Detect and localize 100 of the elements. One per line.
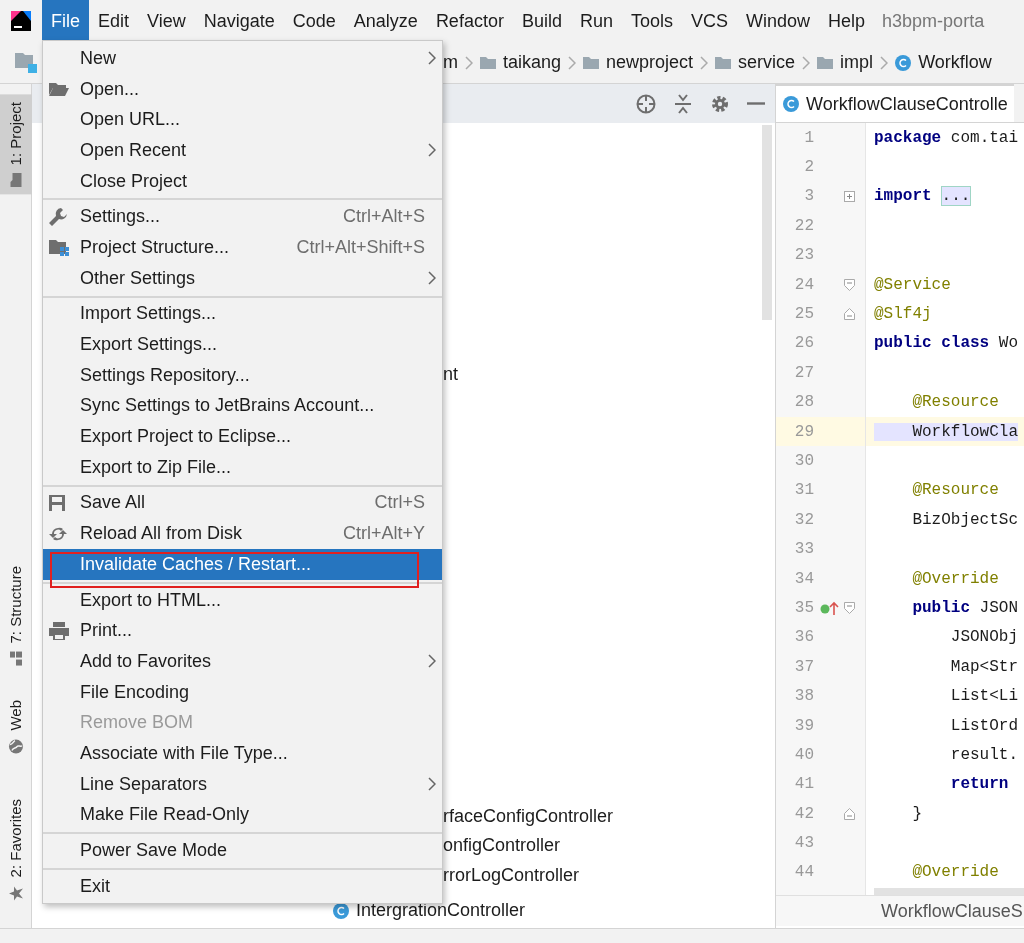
line-number: 32 (793, 509, 814, 531)
structure-icon (9, 650, 23, 667)
project-icon (14, 51, 38, 74)
breadcrumb-item[interactable]: m (443, 49, 458, 76)
code-line: import ... (874, 185, 972, 209)
menu-item[interactable]: Associate with File Type... (43, 738, 442, 769)
breadcrumb-item[interactable]: newproject (582, 49, 694, 76)
menu-item[interactable]: Open... (43, 73, 442, 105)
menu-item[interactable]: Print... (43, 615, 442, 647)
code-line: @Slf4j (874, 304, 932, 326)
line-number: 26 (793, 333, 814, 355)
tool-window-tab[interactable]: Web (0, 691, 32, 763)
scrollbar-thumb[interactable] (874, 888, 1024, 895)
class-icon (894, 53, 913, 72)
tool-window-tab[interactable]: 2: Favorites (0, 790, 32, 909)
menu-bar-item[interactable]: Refactor (426, 0, 513, 42)
line-number: 2 (803, 157, 814, 179)
breadcrumb-item[interactable]: taikang (479, 49, 562, 76)
breadcrumb-item[interactable]: service (714, 49, 796, 76)
menu-bar-item[interactable]: Build (512, 0, 571, 42)
editor-tab[interactable]: WorkflowClauseControlle (776, 84, 1014, 122)
menu-bar-item[interactable]: Tools (621, 0, 682, 42)
menu-item[interactable]: Add to Favorites (43, 646, 442, 677)
minimize-icon (747, 102, 765, 105)
tool-window-tab[interactable]: 7: Structure (0, 558, 32, 674)
code-line: @Override (911, 862, 999, 884)
folder-grid-icon (48, 238, 70, 257)
line-number: 37 (793, 656, 814, 678)
breadcrumb-item[interactable]: impl (816, 49, 874, 76)
folder-icon (48, 81, 70, 98)
menu-item[interactable]: Open Recent (43, 135, 442, 166)
menu-item[interactable]: Make File Read-Only (43, 799, 442, 831)
shortcut-text: Ctrl+Alt+Y (342, 522, 425, 546)
menu-item[interactable]: Settings... Ctrl+Alt+S (43, 201, 442, 233)
menu-item[interactable]: Export Project to Eclipse... (43, 421, 442, 452)
menu-item[interactable]: Invalidate Caches / Restart... (43, 549, 442, 580)
folder-icon (479, 55, 497, 70)
shortcut-text: Ctrl+S (374, 491, 425, 515)
line-number: 27 (793, 362, 814, 384)
menu-item[interactable]: Exit (43, 870, 442, 902)
editor-breadcrumb[interactable]: WorkflowClauseS (776, 895, 1024, 926)
menu-bar-item[interactable]: View (138, 0, 195, 42)
menu-item[interactable]: Export to HTML... (43, 584, 442, 616)
menu-bar-item[interactable]: Window (737, 0, 820, 42)
menu-item[interactable]: New (43, 43, 442, 74)
menu-item[interactable]: Reload All from Disk Ctrl+Alt+Y (43, 518, 442, 549)
menu-bar-item[interactable]: File (42, 0, 89, 42)
menu-item[interactable]: Close Project (43, 165, 442, 197)
menu-bar-item[interactable]: Navigate (194, 0, 284, 42)
line-number: 29 (793, 421, 814, 443)
code-line: return (949, 774, 1009, 796)
breadcrumb-item[interactable]: Workflow (894, 49, 992, 76)
code-line: @Resource (911, 392, 999, 414)
menu-item[interactable]: Sync Settings to JetBrains Account... (43, 390, 442, 422)
line-number: 34 (793, 568, 814, 590)
line-number: 25 (793, 304, 814, 326)
menu-item[interactable]: Line Separators (43, 768, 442, 800)
shortcut-text: Ctrl+Alt+Shift+S (296, 235, 425, 259)
menu-item[interactable]: Import Settings... (43, 298, 442, 330)
line-number: 31 (793, 480, 814, 502)
menu-item[interactable]: Project Structure... Ctrl+Alt+Shift+S (43, 232, 442, 263)
line-number: 24 (793, 274, 814, 296)
code-line: public class Wo (874, 333, 1019, 355)
menu-item[interactable]: Settings Repository... (43, 359, 442, 391)
window-title: h3bpm-porta (882, 9, 985, 33)
line-number: 23 (793, 245, 814, 267)
menu-bar-item[interactable]: Run (570, 0, 622, 42)
line-number: 40 (793, 744, 814, 766)
menu-item[interactable]: Export to Zip File... (43, 451, 442, 483)
line-number: 39 (793, 715, 814, 737)
menu-bar-item[interactable]: Code (283, 0, 345, 42)
menu-item[interactable]: Save All Ctrl+S (43, 487, 442, 519)
menu-item[interactable]: Open URL... (43, 104, 442, 136)
tool-window-tab[interactable]: 1: Project (0, 94, 32, 195)
menu-item[interactable]: Power Save Mode (43, 835, 442, 866)
line-number: 28 (793, 392, 814, 414)
code-line: List<Li (949, 686, 1019, 708)
collapse-icon (673, 92, 693, 115)
line-number: 3 (803, 186, 814, 208)
code-line: result. (949, 744, 1019, 766)
folder-icon (816, 55, 835, 70)
shortcut-text: Ctrl+Alt+S (342, 205, 425, 229)
menu-bar-item[interactable]: Edit (89, 0, 139, 42)
menu-bar-item[interactable]: Analyze (344, 0, 427, 42)
printer-icon (48, 620, 70, 641)
line-number: 42 (793, 803, 814, 825)
class-icon (782, 95, 800, 113)
chevron-right-icon (567, 55, 577, 70)
menu-item[interactable]: File Encoding (43, 676, 442, 708)
menu-bar-item[interactable]: VCS (682, 0, 737, 42)
menu-bar-item[interactable]: Help (819, 0, 875, 42)
line-number: 33 (793, 539, 814, 561)
scrollbar-thumb[interactable] (762, 125, 772, 320)
code-line: JSONObj (949, 627, 1019, 649)
wrench-icon (48, 206, 68, 227)
menu-item[interactable]: Export Settings... (43, 329, 442, 360)
code-line: public JSON (911, 597, 1019, 619)
menu-item[interactable]: Other Settings (43, 262, 442, 294)
code-line: } (911, 803, 922, 825)
line-number: 36 (793, 627, 814, 649)
